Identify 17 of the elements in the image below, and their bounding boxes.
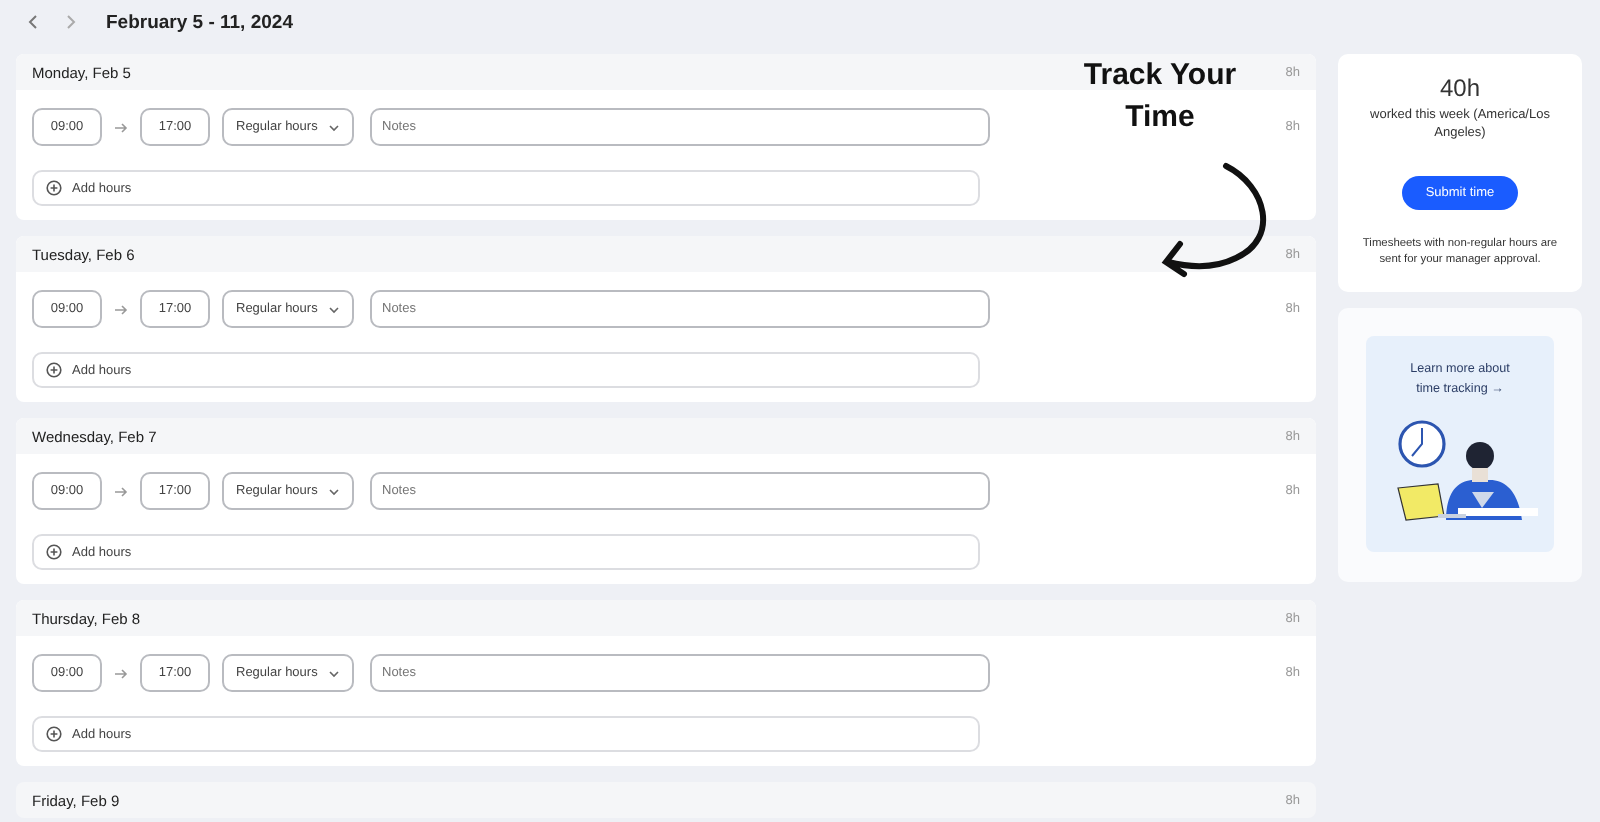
arrow-right-icon [114,485,128,497]
weekly-hours-total: 40h [1439,74,1481,102]
arrow-right-icon [114,121,128,133]
chevron-right-icon[interactable] [62,14,78,30]
plus-circle-icon [46,362,62,378]
plus-circle-icon [46,544,62,560]
chevron-left-icon[interactable] [26,14,42,30]
week-range-title: February 5 - 11, 2024 [106,11,293,33]
chevron-down-icon [328,305,340,313]
plus-circle-icon [46,180,62,196]
chevron-down-icon [328,669,340,677]
arrow-right-icon [114,667,128,679]
plus-circle-icon [46,726,62,742]
chevron-down-icon [328,123,340,131]
arrow-right-icon [114,303,128,315]
track-your-time-annotation: Track Your Time [1081,56,1239,138]
chevron-down-icon [328,487,340,495]
